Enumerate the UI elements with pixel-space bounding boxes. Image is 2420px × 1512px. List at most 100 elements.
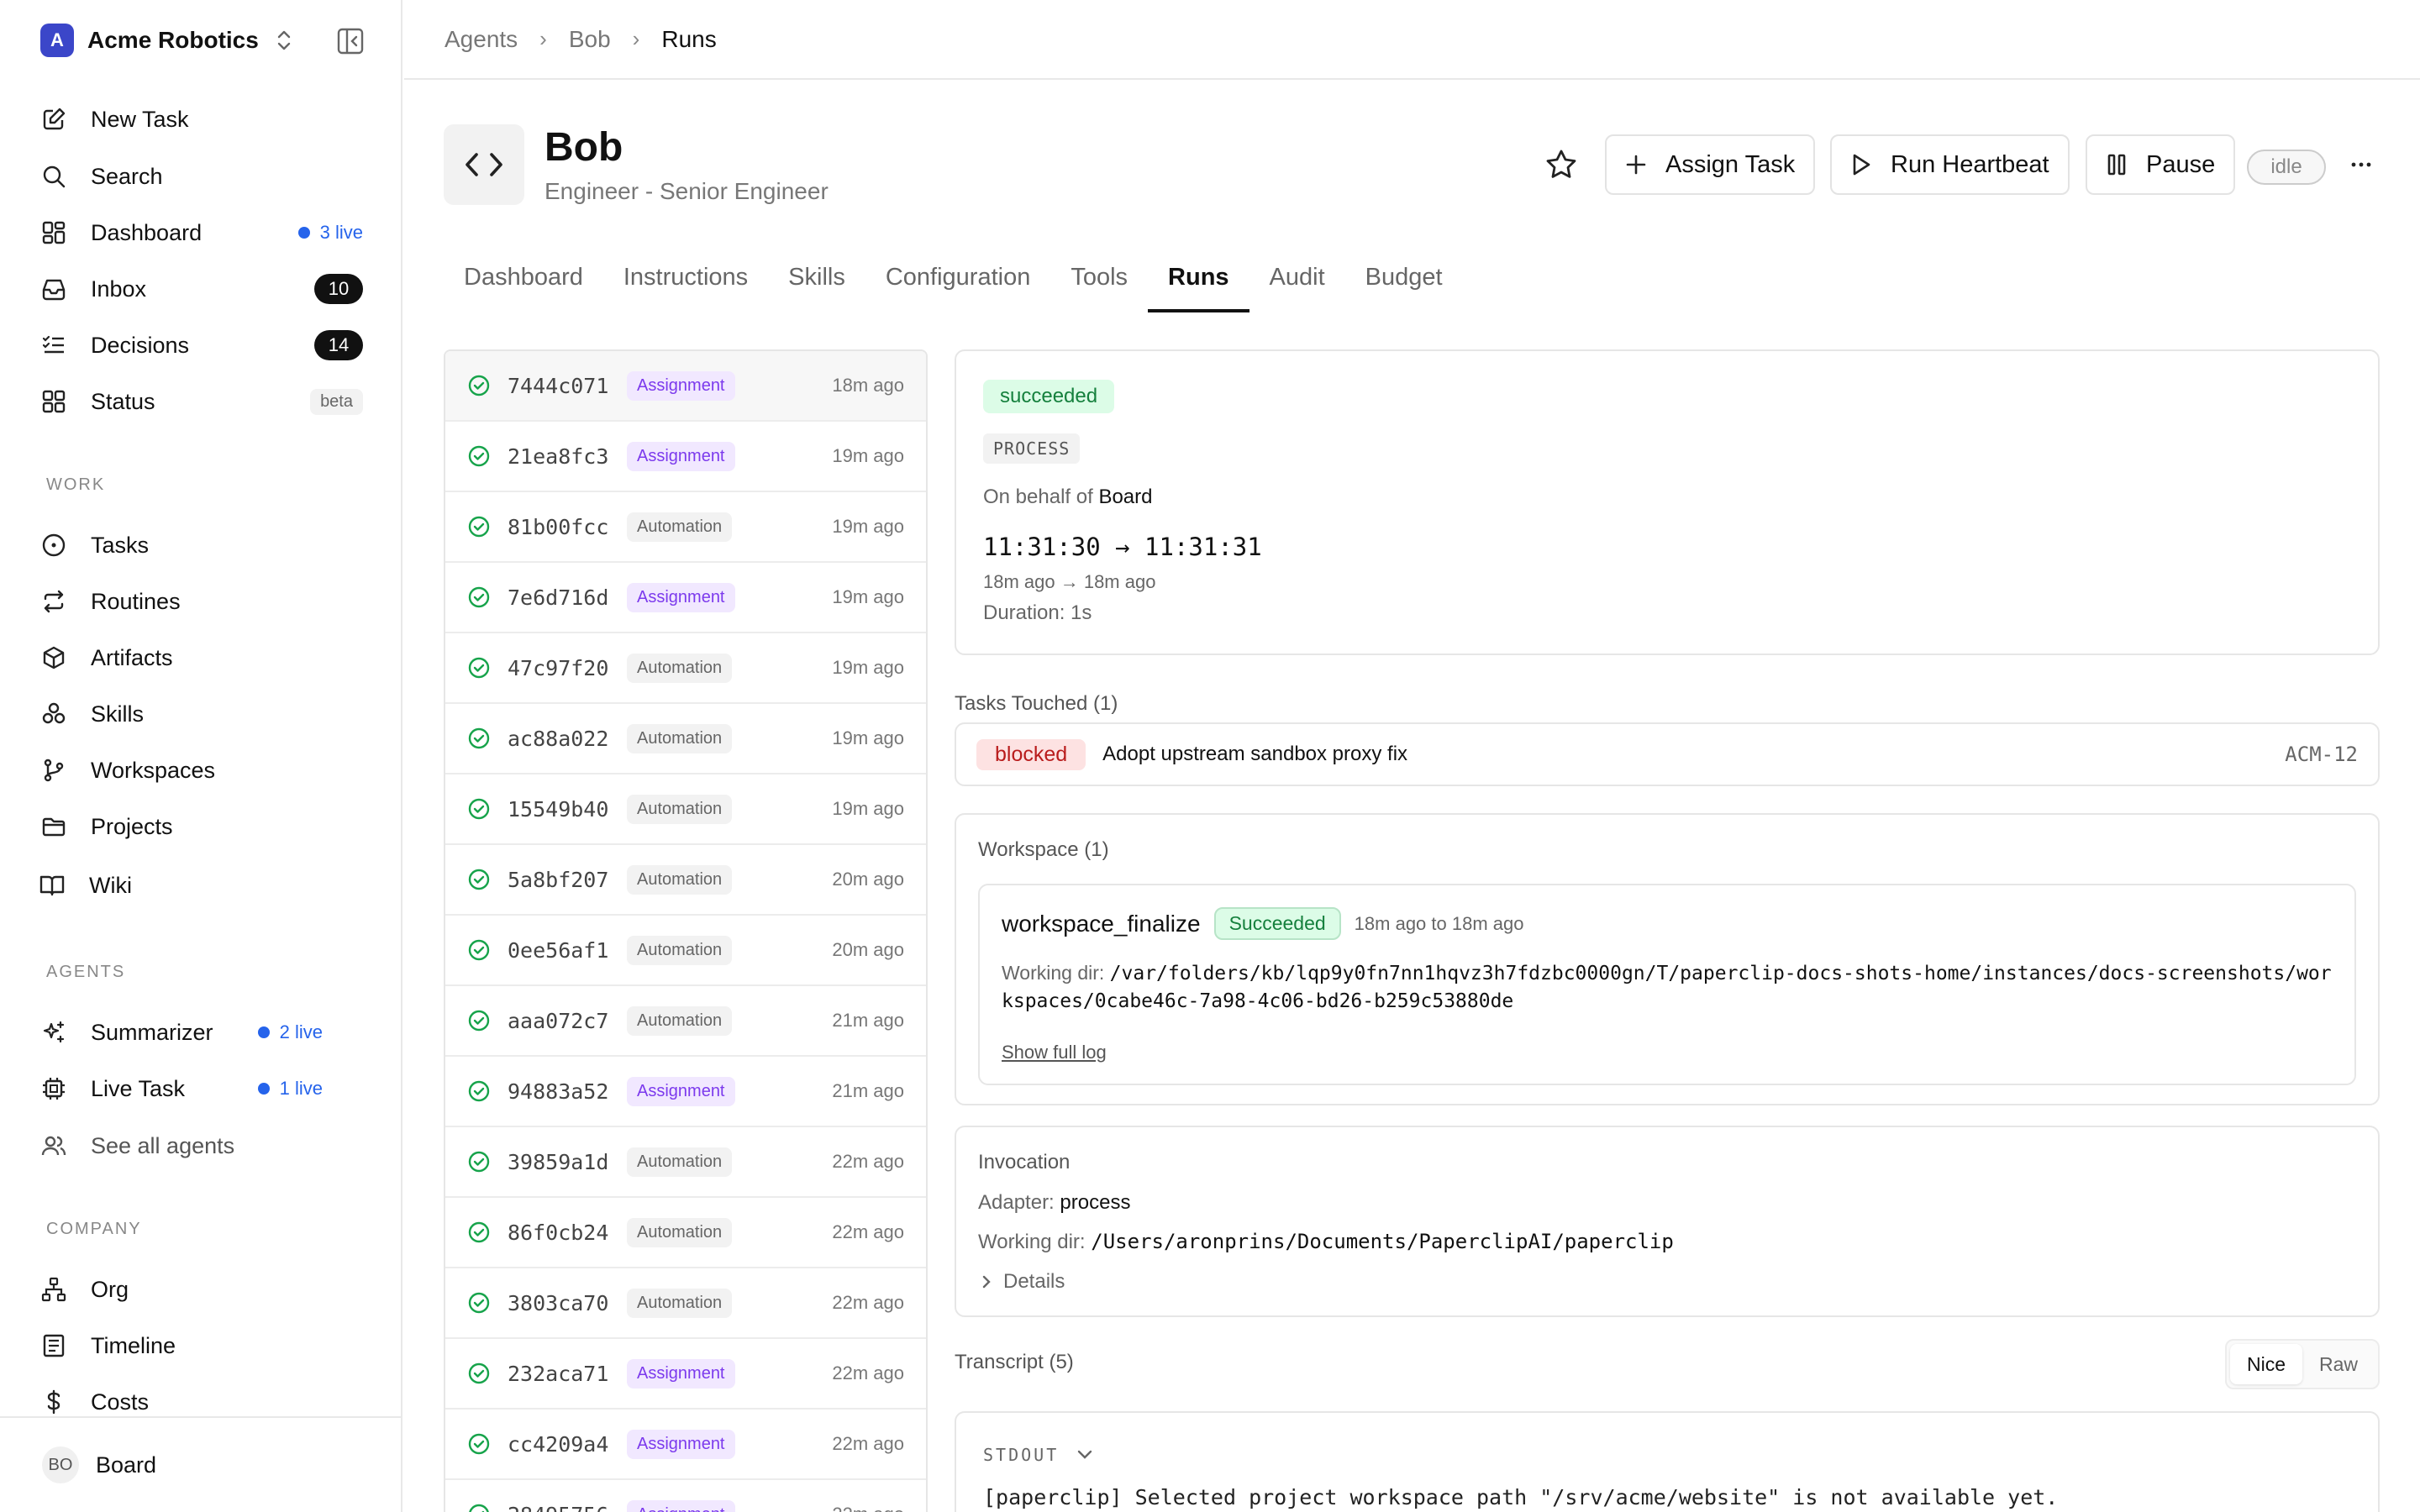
sidebar-item-label: New Task: [91, 106, 189, 132]
tab-runs[interactable]: Runs: [1148, 257, 1249, 312]
run-row[interactable]: 0ee56af1 Automation 20m ago: [445, 916, 926, 986]
run-id: 7e6d716d: [508, 585, 609, 610]
sidebar-item-org[interactable]: Org: [40, 1269, 363, 1310]
cube-icon: [40, 644, 67, 671]
sidebar-item-workspaces[interactable]: Workspaces: [40, 750, 363, 790]
run-row[interactable]: 5a8bf207 Automation 20m ago: [445, 845, 926, 916]
run-heartbeat-button[interactable]: Run Heartbeat: [1830, 134, 2070, 195]
raw-view-button[interactable]: Raw: [2302, 1344, 2375, 1384]
tab-budget[interactable]: Budget: [1345, 257, 1463, 312]
run-id: 0ee56af1: [508, 937, 609, 963]
sparkle-icon: [40, 1019, 67, 1046]
sidebar-item-status[interactable]: Status beta: [40, 381, 363, 422]
run-type-badge: Automation: [627, 1005, 733, 1036]
live-indicator: 2 live: [257, 1021, 323, 1043]
check-circle-icon: [468, 798, 490, 820]
run-row[interactable]: 86f0cb24 Automation 22m ago: [445, 1198, 926, 1268]
run-id: 232aca71: [508, 1361, 609, 1386]
show-full-log-link[interactable]: Show full log: [1002, 1042, 1107, 1063]
run-row[interactable]: 3803ca70 Automation 22m ago: [445, 1268, 926, 1339]
tab-dashboard[interactable]: Dashboard: [444, 257, 603, 312]
check-circle-icon: [468, 869, 490, 890]
run-type-badge: Automation: [627, 653, 733, 683]
tab-tools[interactable]: Tools: [1050, 257, 1148, 312]
run-row[interactable]: ac88a022 Automation 19m ago: [445, 704, 926, 774]
star-icon[interactable]: [1544, 148, 1578, 181]
sidebar-item-wiki[interactable]: Wiki: [39, 865, 361, 906]
task-row[interactable]: blocked Adopt upstream sandbox proxy fix…: [955, 722, 2380, 786]
stdout-toggle[interactable]: STDOUT: [983, 1445, 1094, 1465]
run-row[interactable]: 15549b40 Automation 19m ago: [445, 774, 926, 845]
sidebar-item-artifacts[interactable]: Artifacts: [40, 638, 363, 678]
users-icon: [40, 1132, 67, 1159]
check-circle-icon: [468, 657, 490, 679]
sidebar-item-search[interactable]: Search: [40, 156, 363, 197]
run-row[interactable]: 28495756 Assignment 22m ago: [445, 1480, 926, 1512]
circle-dot-icon: [40, 532, 67, 559]
sidebar-item-summarizer[interactable]: Summarizer 2 live: [40, 1012, 363, 1053]
on-behalf-label: On behalf of: [983, 486, 1093, 508]
run-row[interactable]: cc4209a4 Assignment 22m ago: [445, 1410, 926, 1480]
adapter-row: Adapter: process: [978, 1191, 1130, 1215]
sidebar-item-new-task[interactable]: New Task: [40, 99, 363, 139]
tab-skills[interactable]: Skills: [768, 257, 865, 312]
sidebar-item-see-all-agents[interactable]: See all agents: [40, 1126, 363, 1166]
workspace-status-badge: Succeeded: [1213, 907, 1341, 940]
check-circle-icon: [468, 1221, 490, 1243]
run-id: 21ea8fc3: [508, 444, 609, 469]
sidebar-collapse-icon[interactable]: [336, 27, 365, 55]
run-row[interactable]: 39859a1d Automation 22m ago: [445, 1127, 926, 1198]
run-row[interactable]: 7444c071 Assignment 18m ago: [445, 351, 926, 422]
sidebar-item-tasks[interactable]: Tasks: [40, 525, 363, 565]
page-title: Bob: [544, 125, 623, 170]
run-row[interactable]: 81b00fcc Automation 19m ago: [445, 492, 926, 563]
tab-instructions[interactable]: Instructions: [603, 257, 768, 312]
inbox-count-badge: 10: [314, 274, 363, 304]
check-circle-icon: [468, 1362, 490, 1384]
run-time: 19m ago: [832, 798, 904, 819]
sidebar-item-inbox[interactable]: Inbox 10: [40, 269, 363, 309]
nice-view-button[interactable]: Nice: [2230, 1344, 2302, 1384]
details-label: Details: [1003, 1270, 1065, 1293]
sidebar-item-timeline[interactable]: Timeline: [40, 1326, 363, 1366]
run-kind-badge: PROCESS: [983, 433, 1081, 464]
pause-icon: [2107, 154, 2126, 176]
run-row[interactable]: 21ea8fc3 Assignment 19m ago: [445, 422, 926, 492]
check-circle-icon: [468, 445, 490, 467]
cpu-icon: [40, 1075, 67, 1102]
sidebar-item-dashboard[interactable]: Dashboard 3 live: [40, 213, 363, 253]
run-row[interactable]: 94883a52 Assignment 21m ago: [445, 1057, 926, 1127]
company-name: Acme Robotics: [87, 27, 259, 53]
breadcrumb-bob[interactable]: Bob: [569, 26, 611, 53]
pause-button[interactable]: Pause: [2086, 134, 2236, 195]
run-row[interactable]: 232aca71 Assignment 22m ago: [445, 1339, 926, 1410]
sidebar-item-routines[interactable]: Routines: [40, 581, 363, 622]
sidebar-item-live-task[interactable]: Live Task 1 live: [40, 1068, 363, 1109]
company-switcher[interactable]: A Acme Robotics: [40, 24, 368, 57]
tasks-touched-title: Tasks Touched (1): [955, 692, 1118, 715]
chevron-right-icon: [982, 1275, 991, 1289]
org-chart-icon: [40, 1276, 67, 1303]
assign-task-label: Assign Task: [1665, 150, 1796, 178]
details-toggle[interactable]: Details: [980, 1270, 1065, 1294]
sidebar-item-decisions[interactable]: Decisions 14: [40, 325, 363, 365]
sidebar-item-projects[interactable]: Projects: [40, 806, 363, 847]
sidebar-item-skills[interactable]: Skills: [40, 694, 363, 734]
run-row[interactable]: aaa072c7 Automation 21m ago: [445, 986, 926, 1057]
sidebar-item-label: Inbox: [91, 276, 147, 302]
live-indicator: 1 live: [257, 1078, 323, 1100]
assign-task-button[interactable]: Assign Task: [1605, 134, 1816, 195]
dollar-icon: [40, 1389, 67, 1415]
breadcrumb-agents[interactable]: Agents: [445, 26, 518, 53]
sidebar-item-label: Status: [91, 388, 155, 414]
user-name: Board: [96, 1452, 157, 1478]
sidebar-footer-user[interactable]: BO Board: [0, 1416, 402, 1512]
folder-icon: [40, 813, 67, 840]
more-horizontal-icon[interactable]: [2349, 153, 2373, 176]
tab-audit[interactable]: Audit: [1249, 257, 1345, 312]
tab-configuration[interactable]: Configuration: [865, 257, 1051, 312]
invocation-card: Invocation Adapter: process Working dir:…: [955, 1126, 2380, 1317]
run-row[interactable]: 47c97f20 Automation 19m ago: [445, 633, 926, 704]
run-row[interactable]: 7e6d716d Assignment 19m ago: [445, 563, 926, 633]
inbox-icon: [40, 276, 67, 302]
